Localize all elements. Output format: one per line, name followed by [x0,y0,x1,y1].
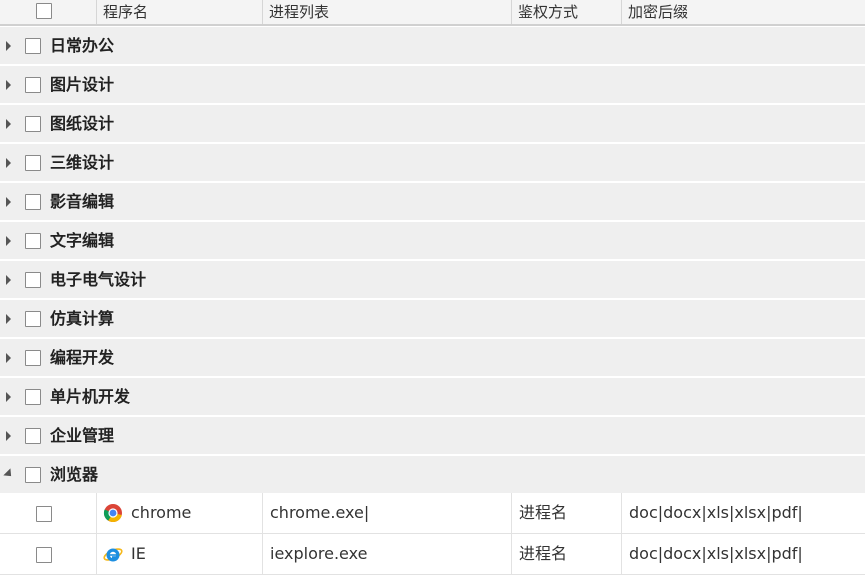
expand-arrow-icon[interactable] [6,275,11,285]
expand-arrow-icon[interactable] [6,197,11,207]
group-checkbox[interactable] [25,194,41,210]
process-list-cell[interactable]: iexplore.exe [262,534,511,574]
header-process-list[interactable]: 进程列表 [262,0,511,24]
group-label: 文字编辑 [50,231,115,250]
auth-method-cell[interactable]: 进程名 [511,534,621,574]
group-checkbox[interactable] [25,38,41,54]
group-label: 日常办公 [50,36,115,55]
auth-method-cell[interactable]: 进程名 [511,493,621,533]
group-checkbox[interactable] [25,77,41,93]
group-row-browser[interactable]: 浏览器 [0,456,865,494]
group-label: 电子电气设计 [50,270,147,289]
row-checkbox[interactable] [36,547,52,563]
group-label: 影音编辑 [50,192,115,211]
group-row-enterprise-management[interactable]: 企业管理 [0,417,865,455]
group-checkbox[interactable] [25,350,41,366]
group-label: 企业管理 [50,426,115,445]
group-row-media-editing[interactable]: 影音编辑 [0,183,865,221]
program-name-cell: IE [96,534,262,574]
expand-arrow-icon[interactable] [6,158,11,168]
group-checkbox[interactable] [25,428,41,444]
header-program-name[interactable]: 程序名 [96,0,262,24]
group-label: 图纸设计 [50,114,115,133]
group-row-programming[interactable]: 编程开发 [0,339,865,377]
header-encrypt-suffix[interactable]: 加密后缀 [621,0,865,24]
expand-arrow-icon[interactable] [6,314,11,324]
expand-arrow-icon[interactable] [6,80,11,90]
group-row-drawing-design[interactable]: 图纸设计 [0,105,865,143]
expand-arrow-icon[interactable] [6,41,11,51]
group-checkbox[interactable] [25,233,41,249]
group-label: 图片设计 [50,75,115,94]
encrypt-suffix-cell[interactable]: doc|docx|xls|xlsx|pdf| [621,493,865,533]
group-label: 单片机开发 [50,387,131,406]
expand-arrow-icon[interactable] [6,236,11,246]
group-label: 仿真计算 [50,309,115,328]
row-checkbox[interactable] [36,506,52,522]
expand-arrow-icon[interactable] [6,119,11,129]
grid-header: 程序名 进程列表 鉴权方式 加密后缀 [0,0,865,26]
group-label: 浏览器 [50,465,99,484]
group-row-mcu-development[interactable]: 单片机开发 [0,378,865,416]
encrypt-suffix-cell[interactable]: doc|docx|xls|xlsx|pdf| [621,534,865,574]
group-row-daily-office[interactable]: 日常办公 [0,27,865,65]
header-auth-method[interactable]: 鉴权方式 [511,0,621,24]
group-checkbox[interactable] [25,116,41,132]
group-row-image-design[interactable]: 图片设计 [0,66,865,104]
group-row-text-editing[interactable]: 文字编辑 [0,222,865,260]
expand-arrow-icon[interactable] [6,353,11,363]
group-label: 编程开发 [50,348,115,367]
group-checkbox[interactable] [25,272,41,288]
group-row-electrical-design[interactable]: 电子电气设计 [0,261,865,299]
expand-arrow-icon[interactable] [6,392,11,402]
group-checkbox[interactable] [25,467,41,483]
group-checkbox[interactable] [25,389,41,405]
group-checkbox[interactable] [25,311,41,327]
select-all-checkbox[interactable] [36,3,52,19]
collapse-arrow-icon[interactable] [3,468,15,480]
program-name-cell: chrome [96,493,262,533]
group-row-simulation[interactable]: 仿真计算 [0,300,865,338]
group-row-3d-design[interactable]: 三维设计 [0,144,865,182]
table-row[interactable]: IE iexplore.exe 进程名 doc|docx|xls|xlsx|pd… [0,534,865,575]
group-label: 三维设计 [50,153,115,172]
table-row[interactable]: chrome chrome.exe| 进程名 doc|docx|xls|xlsx… [0,493,865,534]
expand-arrow-icon[interactable] [6,431,11,441]
process-list-cell[interactable]: chrome.exe| [262,493,511,533]
program-grid: 程序名 进程列表 鉴权方式 加密后缀 日常办公 图片设计 图纸设计 三维设计 影… [0,0,865,576]
group-checkbox[interactable] [25,155,41,171]
